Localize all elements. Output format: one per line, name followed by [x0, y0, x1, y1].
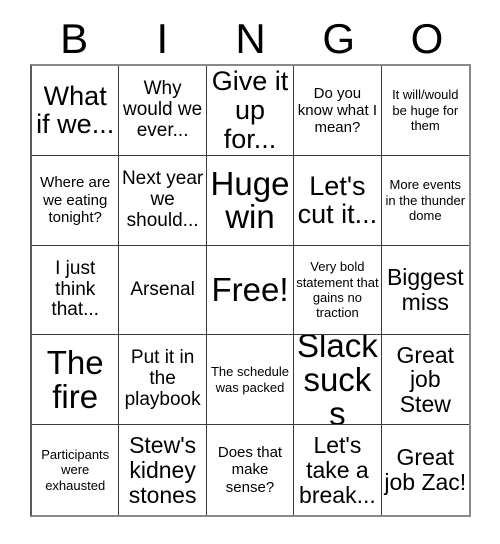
bingo-cell-label: I just think that... [51, 257, 99, 321]
bingo-cell-label: Stew's kidney stones [128, 431, 197, 508]
bingo-cell[interactable]: Very bold statement that gains no tracti… [294, 245, 382, 336]
bingo-cell[interactable]: I just think that... [32, 245, 120, 336]
bingo-cell[interactable]: Do you know what I mean? [294, 66, 382, 156]
bingo-cell[interactable]: Next year we should... [119, 155, 207, 246]
bingo-cell[interactable]: Slack sucks [294, 335, 382, 426]
bingo-cell-label: Biggest miss [386, 264, 464, 315]
bingo-cell-label: Give it up for... [211, 66, 289, 154]
bingo-cell[interactable]: What if we... [32, 66, 120, 156]
bingo-cell[interactable]: The schedule was packed [206, 335, 295, 426]
bingo-cell-label: Where are we eating tonight? [40, 174, 111, 226]
bingo-cell-label: Participants were exhausted [41, 447, 110, 493]
bingo-cell-label: What if we... [36, 80, 115, 140]
bingo-cell[interactable]: Let's take a break... [294, 425, 382, 515]
bingo-cell[interactable]: Participants were exhausted [32, 425, 120, 515]
bingo-cell-label: Let's cut it... [297, 170, 378, 230]
bingo-cell[interactable]: Put it in the playbook [119, 335, 207, 426]
bingo-cell-label: Slack sucks [297, 335, 378, 426]
bingo-cell[interactable]: Biggest miss [381, 245, 469, 336]
bingo-cell-label: Do you know what I mean? [297, 84, 377, 137]
bingo-cell[interactable]: Where are we eating tonight? [32, 155, 120, 246]
bingo-cell-label: Huge win [210, 164, 290, 236]
bingo-cell-label: Let's take a break... [299, 431, 376, 508]
bingo-cell[interactable]: Great job Zac! [381, 425, 469, 515]
bingo-cell[interactable]: It will/would be huge for them [381, 66, 469, 156]
bingo-cell[interactable]: Give it up for... [206, 66, 295, 156]
bingo-cell-label: More events in the thunder dome [385, 177, 466, 223]
bingo-cell-label: Great job Stew [396, 341, 455, 418]
bingo-card: B I N G O What if we... Why would we ever… [0, 0, 500, 544]
header-letter-n: N [235, 15, 266, 62]
bingo-cell-label: Very bold statement that gains no tracti… [296, 259, 379, 321]
bingo-cell-label: Free! [211, 271, 289, 309]
bingo-cell-label: Why would we ever... [122, 78, 203, 141]
bingo-cell[interactable]: Stew's kidney stones [119, 425, 207, 515]
bingo-cell[interactable]: Huge win [206, 155, 295, 246]
bingo-cell-label: The fire [46, 344, 104, 415]
bingo-cell[interactable]: Why would we ever... [119, 66, 207, 156]
bingo-cell[interactable]: Arsenal [119, 245, 207, 336]
bingo-cell[interactable]: Does that make sense? [206, 425, 295, 515]
bingo-header: B I N G O [30, 14, 471, 64]
bingo-cell-label: Great job Zac! [384, 444, 467, 496]
header-letter-b: B [60, 15, 89, 62]
bingo-cell-label: It will/would be huge for them [392, 87, 459, 134]
bingo-cell-label: The schedule was packed [210, 364, 290, 395]
bingo-cell-label: Next year we should... [121, 167, 204, 231]
bingo-cell[interactable]: Free! [206, 245, 295, 336]
header-letter-o: O [410, 15, 444, 62]
header-letter-i: I [156, 15, 169, 62]
bingo-cell[interactable]: Let's cut it... [294, 155, 382, 246]
bingo-cell[interactable]: More events in the thunder dome [381, 155, 469, 246]
bingo-cell-label: Put it in the playbook [124, 347, 201, 411]
header-letter-g: G [322, 15, 356, 62]
bingo-grid: What if we... Why would we ever... Give it… [30, 64, 471, 517]
bingo-cell[interactable]: The fire [32, 335, 120, 426]
bingo-cell-label: Does that make sense? [217, 444, 283, 496]
bingo-cell-label: Arsenal [130, 278, 195, 300]
bingo-cell[interactable]: Great job Stew [381, 335, 469, 426]
